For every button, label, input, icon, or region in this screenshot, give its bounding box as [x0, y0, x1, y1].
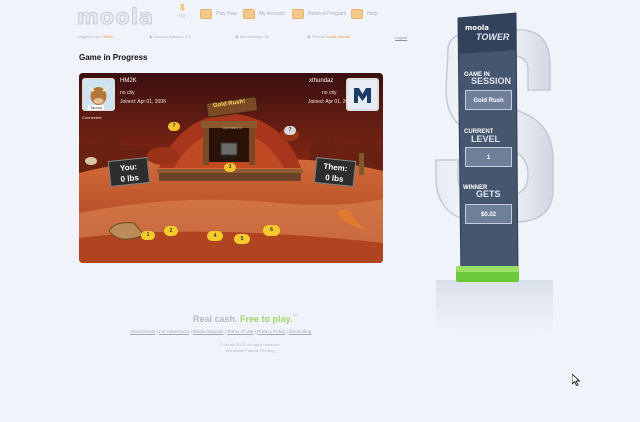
connection-status: Connected [82, 115, 102, 120]
left-player-city: no city [120, 90, 135, 96]
winner-label-2: Gets [476, 189, 501, 199]
wallet-icon: ◉ [149, 34, 153, 39]
friends-icon: ◉ [307, 34, 311, 39]
footer-link-advertisers[interactable]: For Advertisers [159, 329, 189, 334]
nav-my-account[interactable]: My Account [243, 9, 285, 19]
tower-brand-sub: TOWER [476, 32, 510, 42]
level-label-2: Level [471, 134, 501, 144]
left-player-name: HM2K [120, 78, 137, 84]
right-player-joined: Joined: Apr 01, 2006 [308, 99, 354, 105]
player-avatar-right [346, 78, 379, 111]
nav-referral-label: Referral Program [308, 11, 347, 17]
gold-nugget-4[interactable]: 4 [207, 231, 223, 241]
tagline-real-cash: Real cash. [193, 314, 238, 324]
invite-friends-link[interactable]: Invite friends [327, 34, 350, 39]
winnings-value: $0 [264, 34, 270, 39]
tower-brand: moola [465, 24, 490, 32]
logged-in-status: Logged in as: HM2K [77, 34, 113, 39]
footer-link-about[interactable]: About Moola [130, 329, 155, 334]
moola-tower-graphic [435, 12, 554, 335]
logo-trademark: TM [178, 14, 186, 20]
gold-nugget-5[interactable]: 5 [234, 234, 250, 244]
footer-link-blog[interactable]: Moola Blog [289, 329, 312, 334]
session-value: Gold Rush [465, 90, 512, 110]
nav-help[interactable]: Help [351, 9, 377, 19]
footer-tagline: Real cash. Free to play.™ [193, 314, 297, 324]
nav-help-label: Help [367, 11, 378, 17]
nav-play-now-label: Play Now [216, 11, 238, 17]
tagline-free-to-play: Free to play. [240, 314, 293, 324]
nav-my-account-label: My Account [259, 11, 285, 17]
footer-link-privacy[interactable]: Privacy Policy [257, 329, 285, 334]
session-label-2: Session [471, 76, 512, 86]
mine-sign-small: Operations [222, 125, 242, 130]
page-title: Game in Progress [79, 53, 148, 62]
logo-dollar-mark: $ [180, 3, 185, 12]
referral-icon [292, 9, 304, 19]
account-balance: ◉ Account Balance: $ 0 [149, 34, 191, 39]
question-nugget-left[interactable]: ? [168, 122, 180, 131]
center-nugget[interactable]: 3 [224, 163, 236, 172]
tagline-tm: ™ [292, 314, 298, 320]
gold-nugget-1[interactable]: 1 [141, 231, 155, 240]
avatar-sign-label: Taurus [88, 105, 105, 110]
net-winnings: ◉ Net winnings: $0 [235, 34, 269, 39]
right-player-name: xthundaz [309, 78, 334, 84]
nav-referral-program[interactable]: Referral Program [292, 9, 346, 19]
account-icon [243, 9, 255, 19]
level-value: 1 [465, 147, 512, 167]
winnings-icon: ◉ [235, 34, 239, 39]
gold-nugget-2[interactable]: 2 [164, 226, 178, 236]
copyright-text: © Moola 2005. All rights reserved. [219, 342, 281, 347]
winnings-label: Net winnings: [239, 34, 264, 39]
moola-logo[interactable]: moola [76, 5, 154, 30]
left-player-joined: Joined: Apr 01, 2006 [120, 99, 166, 105]
game-canvas[interactable]: Taurus Connected HM2K no city Joined: Ap… [79, 73, 383, 263]
right-player-city: no city [322, 90, 337, 96]
logout-link[interactable]: Logout [395, 35, 407, 40]
question-nugget-right[interactable]: ? [284, 126, 296, 135]
balance-value: $ 0 [185, 34, 192, 39]
nav-play-now[interactable]: Play Now [200, 9, 237, 19]
username-link[interactable]: HM2K [102, 34, 113, 39]
friends-label: Friends: [311, 34, 327, 39]
help-icon [351, 9, 363, 19]
footer-links: About Moola | For Advertisers | Media In… [130, 329, 312, 334]
play-icon [200, 9, 212, 19]
footer-link-terms[interactable]: Terms of Use [227, 329, 254, 334]
balance-label: Account Balance: [153, 34, 185, 39]
winner-value: $0.02 [465, 204, 512, 224]
mouse-cursor-icon [572, 374, 580, 386]
them-score-box: Them: 0 lbs [313, 156, 357, 188]
you-score-box: You: 0 lbs [107, 156, 151, 188]
friends-status: ◉ Friends: Invite friends [307, 34, 350, 39]
footer-link-media[interactable]: Media Inquiries [193, 329, 224, 334]
gold-nugget-6[interactable]: 6 [263, 225, 280, 236]
account-status-bar: Logged in as: HM2K ◉ Account Balance: $ … [77, 34, 412, 42]
logged-in-label: Logged in as: [77, 34, 102, 39]
patent-text: Worldwide Patents Pending [225, 348, 275, 353]
